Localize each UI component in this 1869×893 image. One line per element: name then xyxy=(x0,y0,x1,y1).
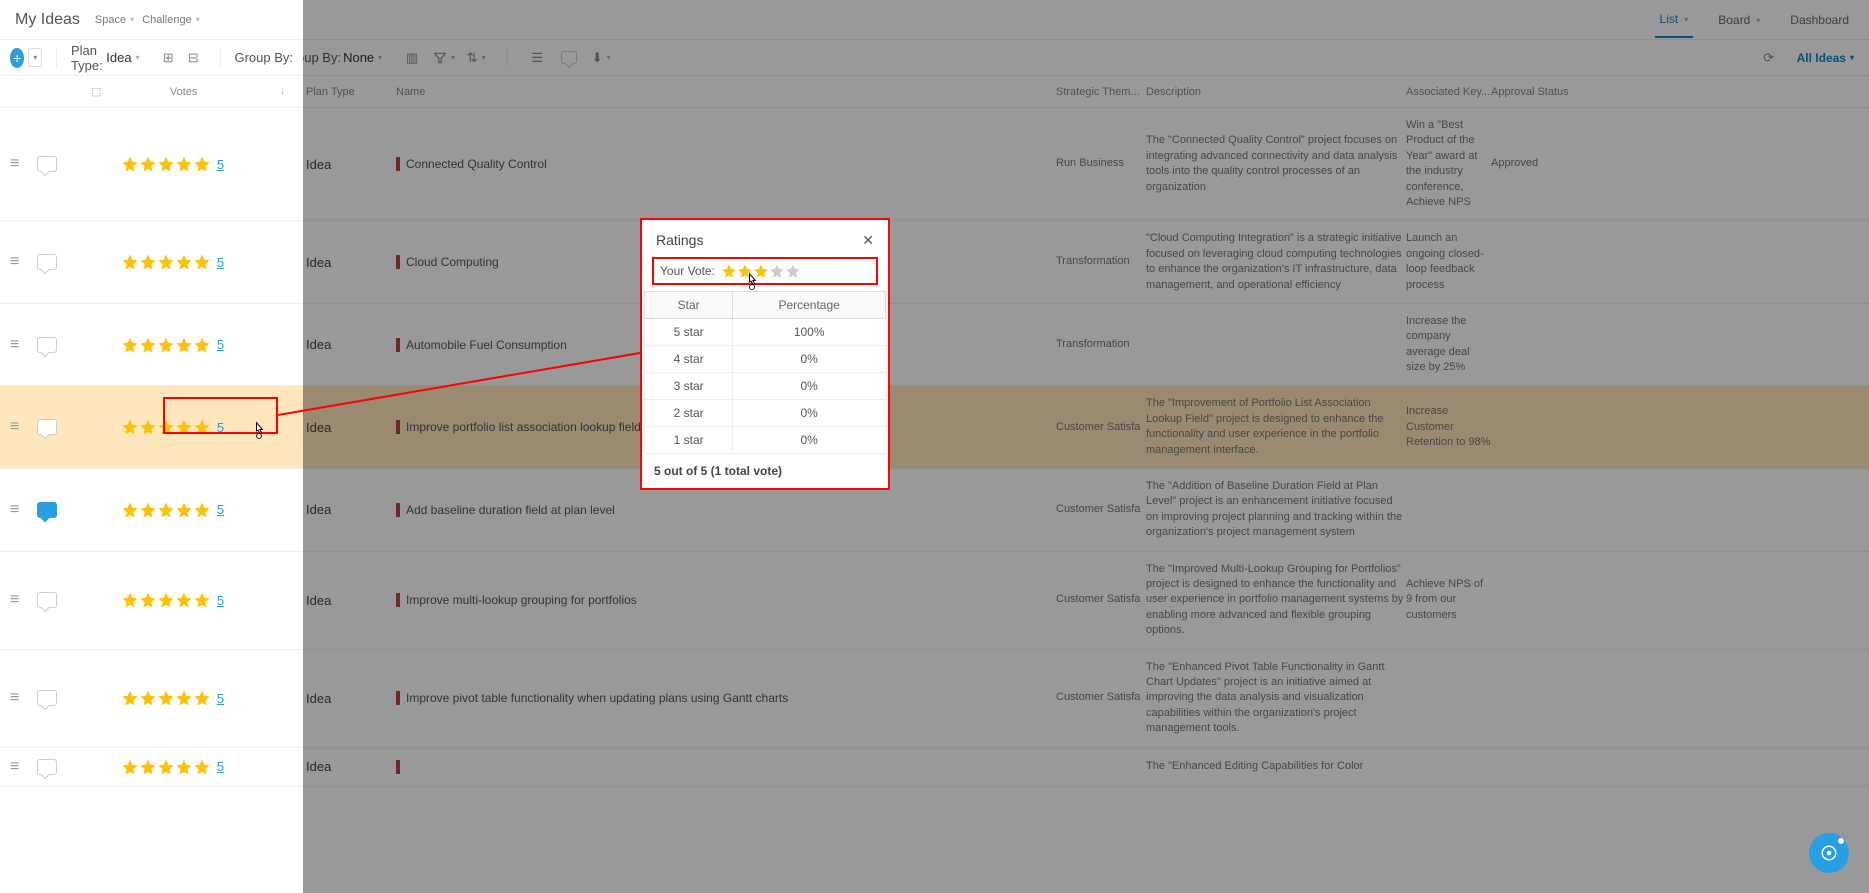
comment-icon[interactable] xyxy=(37,254,57,270)
comment-icon[interactable] xyxy=(37,592,57,608)
plan-type-filter[interactable]: Plan Type: Idea ▾ xyxy=(71,43,140,73)
ratings-table: Star Percentage 5 star100%4 star0%3 star… xyxy=(644,291,886,454)
drag-handle-icon[interactable]: ≡ xyxy=(10,501,19,518)
drag-handle-icon[interactable]: ≡ xyxy=(10,336,19,353)
ratings-row: 4 star0% xyxy=(645,346,886,373)
your-vote-row[interactable]: Your Vote: xyxy=(652,257,878,285)
left-panel-clear: My Ideas Space▾ Challenge▾ + ▾ Plan Type… xyxy=(0,0,303,893)
vote-count[interactable]: 5 xyxy=(217,593,224,608)
drag-handle-icon[interactable]: ≡ xyxy=(10,155,19,172)
vote-count[interactable]: 5 xyxy=(217,255,224,270)
your-vote-label: Your Vote: xyxy=(660,264,715,278)
cursor-icon xyxy=(742,272,762,292)
vote-stars[interactable] xyxy=(121,418,211,436)
comment-icon[interactable] xyxy=(37,502,57,518)
drag-handle-icon[interactable]: ≡ xyxy=(10,591,19,608)
vote-stars[interactable] xyxy=(121,501,211,519)
comment-icon[interactable] xyxy=(37,337,57,353)
ratings-popup: Ratings ✕ Your Vote: Star Percentage 5 s… xyxy=(640,218,890,490)
collapse-icon[interactable]: ⊟ xyxy=(185,48,202,68)
vote-stars[interactable] xyxy=(121,253,211,271)
table-row[interactable]: ≡ 5 xyxy=(0,469,303,552)
col-star: Star xyxy=(645,292,733,319)
vote-stars[interactable] xyxy=(121,689,211,707)
help-fab[interactable] xyxy=(1809,833,1849,873)
vote-count[interactable]: 5 xyxy=(217,502,224,517)
vote-stars[interactable] xyxy=(121,336,211,354)
ratings-row: 1 star0% xyxy=(645,427,886,454)
drag-handle-icon[interactable]: ≡ xyxy=(10,418,19,435)
comment-icon[interactable] xyxy=(37,759,57,775)
add-dropdown[interactable]: ▾ xyxy=(28,48,42,67)
add-button[interactable]: + xyxy=(10,48,24,68)
table-row[interactable]: ≡ 5 xyxy=(0,108,303,221)
table-row[interactable]: ≡ 5 xyxy=(0,650,303,748)
popup-title: Ratings xyxy=(656,232,703,249)
vote-stars[interactable] xyxy=(121,591,211,609)
table-row[interactable]: ≡ 5 xyxy=(0,221,303,304)
vote-count[interactable]: 5 xyxy=(217,337,224,352)
tab-challenge[interactable]: Challenge▾ xyxy=(142,14,200,26)
drag-handle-icon[interactable]: ≡ xyxy=(10,689,19,706)
cursor-icon xyxy=(249,421,269,441)
comment-icon[interactable] xyxy=(37,156,57,172)
page-title: My Ideas xyxy=(15,11,80,29)
ratings-row: 3 star0% xyxy=(645,373,886,400)
col-percentage: Percentage xyxy=(733,292,886,319)
vote-count[interactable]: 5 xyxy=(217,157,224,172)
table-row[interactable]: ≡ 5 xyxy=(0,304,303,387)
table-row[interactable]: ≡ 5 xyxy=(0,748,303,787)
vote-stars[interactable] xyxy=(121,155,211,173)
expand-icon[interactable]: ⊞ xyxy=(160,48,177,68)
vote-stars[interactable] xyxy=(121,758,211,776)
vote-count[interactable]: 5 xyxy=(217,691,224,706)
tab-space[interactable]: Space▾ xyxy=(95,14,134,26)
drag-handle-icon[interactable]: ≡ xyxy=(10,253,19,270)
comment-icon[interactable] xyxy=(37,419,57,435)
vote-count[interactable]: 5 xyxy=(217,759,224,774)
drag-handle-icon[interactable]: ≡ xyxy=(10,758,19,775)
ratings-summary: 5 out of 5 (1 total vote) xyxy=(642,454,888,488)
comment-icon[interactable] xyxy=(37,690,57,706)
table-row[interactable]: ≡ 5 xyxy=(0,552,303,650)
close-icon[interactable]: ✕ xyxy=(862,232,874,249)
ratings-row: 5 star100% xyxy=(645,319,886,346)
vote-count[interactable]: 5 xyxy=(217,420,224,435)
ratings-row: 2 star0% xyxy=(645,400,886,427)
